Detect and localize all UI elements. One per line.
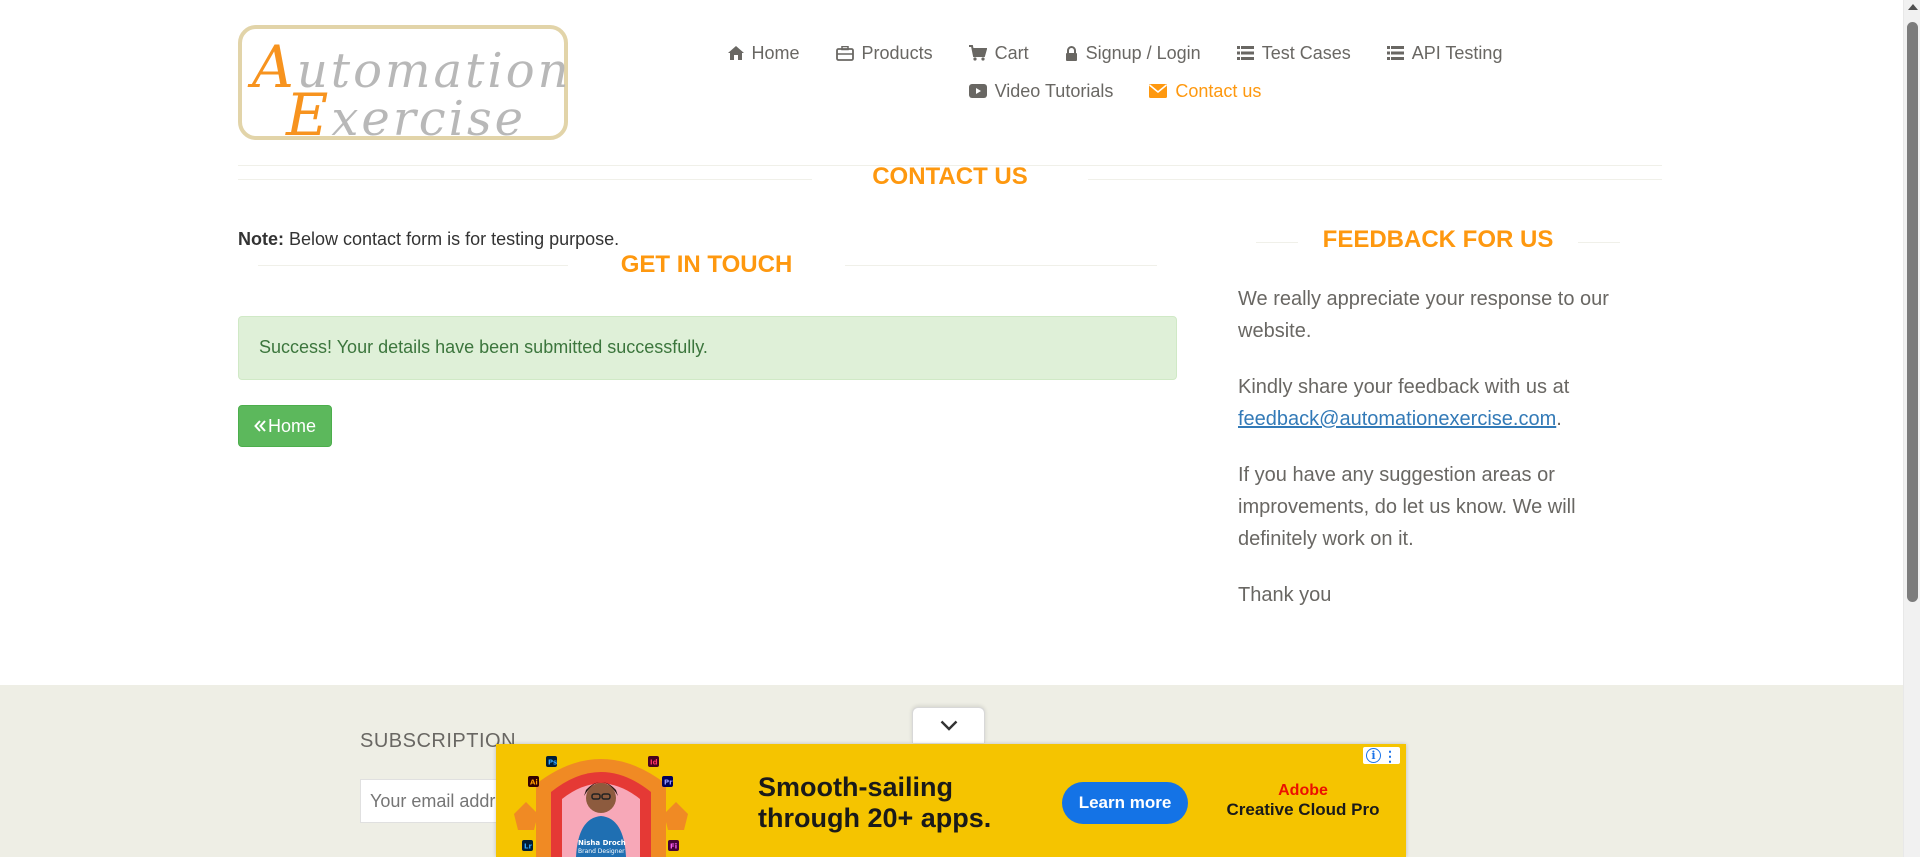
- page-title: CONTACT US: [872, 163, 1028, 190]
- feedback-paragraph: Thank you: [1238, 584, 1332, 606]
- ad-person-name: Nisha Droch: [578, 839, 626, 847]
- scroll-up-arrow-icon[interactable]: [1908, 4, 1918, 10]
- list-icon: [1386, 46, 1404, 60]
- envelope-icon: [1149, 84, 1168, 98]
- nav-label: Cart: [994, 42, 1029, 63]
- nav-item-api-testing[interactable]: API Testing: [1386, 42, 1503, 64]
- nav-item-contact-us[interactable]: Contact us: [1149, 81, 1261, 102]
- form-note: Note: Below contact form is for testing …: [238, 229, 620, 249]
- ad-illustration: Ps Id Ai Pr Lr Fi Nisha Droch Brand Desi…: [496, 744, 708, 857]
- title-underline-left: [258, 265, 568, 266]
- info-icon[interactable]: i: [1366, 748, 1381, 763]
- scrollbar-thumb[interactable]: [1907, 22, 1918, 602]
- title-underline-right: [845, 265, 1157, 266]
- title-underline-right: [1578, 242, 1620, 243]
- app-badge: Lr: [524, 843, 532, 851]
- nav-label: Products: [861, 42, 933, 63]
- logo-line-2: Exercise: [286, 81, 527, 149]
- briefcase-icon: [835, 45, 854, 61]
- nav-label: API Testing: [1411, 42, 1503, 63]
- success-alert: Success! Your details have been submitte…: [238, 316, 1177, 380]
- feedback-paragraph: If you have any suggestion areas or impr…: [1238, 464, 1576, 550]
- list-icon: [1236, 46, 1254, 60]
- nav-item-home[interactable]: Home: [727, 42, 800, 64]
- title-underline-right: [1088, 179, 1662, 180]
- more-options-icon[interactable]: ⋮: [1383, 749, 1397, 763]
- subscription-title: SUBSCRIPTION: [360, 730, 517, 752]
- nav-label: Contact us: [1175, 80, 1262, 101]
- app-badge: Ai: [530, 779, 538, 787]
- double-chevron-left-icon: [254, 420, 266, 432]
- feedback-section: We really appreciate your response to ou…: [1238, 283, 1628, 635]
- feedback-email-link[interactable]: feedback@automationexercise.com: [1238, 408, 1556, 430]
- app-badge: Id: [650, 759, 658, 767]
- nav-row-1: Home Products Cart Signup / Login Test C…: [700, 34, 1530, 72]
- page-scrollbar[interactable]: [1903, 0, 1920, 857]
- nav-label: Signup / Login: [1085, 42, 1201, 63]
- home-icon: [727, 46, 744, 60]
- nav-item-signup-login[interactable]: Signup / Login: [1065, 43, 1201, 64]
- nav-label: Home: [751, 42, 800, 63]
- nav-item-test-cases[interactable]: Test Cases: [1236, 42, 1351, 64]
- nav-item-cart[interactable]: Cart: [968, 42, 1029, 64]
- site-logo[interactable]: Automation Exercise: [238, 25, 569, 149]
- home-button-label: Home: [267, 415, 316, 436]
- feedback-paragraph: We really appreciate your response to ou…: [1238, 288, 1609, 342]
- nav-label: Video Tutorials: [994, 80, 1114, 101]
- ad-learn-more-button[interactable]: Learn more: [1062, 782, 1188, 824]
- chevron-down-icon: [940, 720, 957, 731]
- ad-headline: Smooth-sailing through 20+ apps.: [758, 772, 992, 833]
- nav-item-video-tutorials[interactable]: Video Tutorials: [968, 80, 1114, 102]
- youtube-icon: [968, 84, 987, 98]
- get-in-touch-title: GET IN TOUCH: [620, 251, 793, 278]
- cart-icon: [968, 45, 987, 61]
- main-nav: Home Products Cart Signup / Login Test C…: [700, 34, 1530, 110]
- ad-choices[interactable]: i ⋮: [1363, 747, 1400, 764]
- feedback-title: FEEDBACK FOR US: [1322, 226, 1554, 253]
- app-badge: Fi: [670, 843, 677, 851]
- home-button[interactable]: Home: [238, 405, 332, 447]
- app-badge: Ps: [548, 759, 557, 767]
- lock-icon: [1065, 45, 1077, 61]
- feedback-paragraph: Kindly share your feedback with us at fe…: [1238, 376, 1570, 430]
- ad-person-title: Brand Designer: [578, 848, 625, 855]
- ad-banner[interactable]: Ps Id Ai Pr Lr Fi Nisha Droch Brand Desi…: [496, 744, 1406, 857]
- ad-collapse-toggle[interactable]: [912, 707, 985, 743]
- nav-row-2: Video Tutorials Contact us: [700, 72, 1530, 110]
- nav-item-products[interactable]: Products: [835, 42, 933, 64]
- app-badge: Pr: [664, 779, 673, 787]
- title-underline-left: [1256, 242, 1298, 243]
- title-underline-left: [238, 179, 812, 180]
- ad-brand-logo: Adobe Creative Cloud Pro: [1226, 782, 1380, 819]
- nav-label: Test Cases: [1261, 42, 1351, 63]
